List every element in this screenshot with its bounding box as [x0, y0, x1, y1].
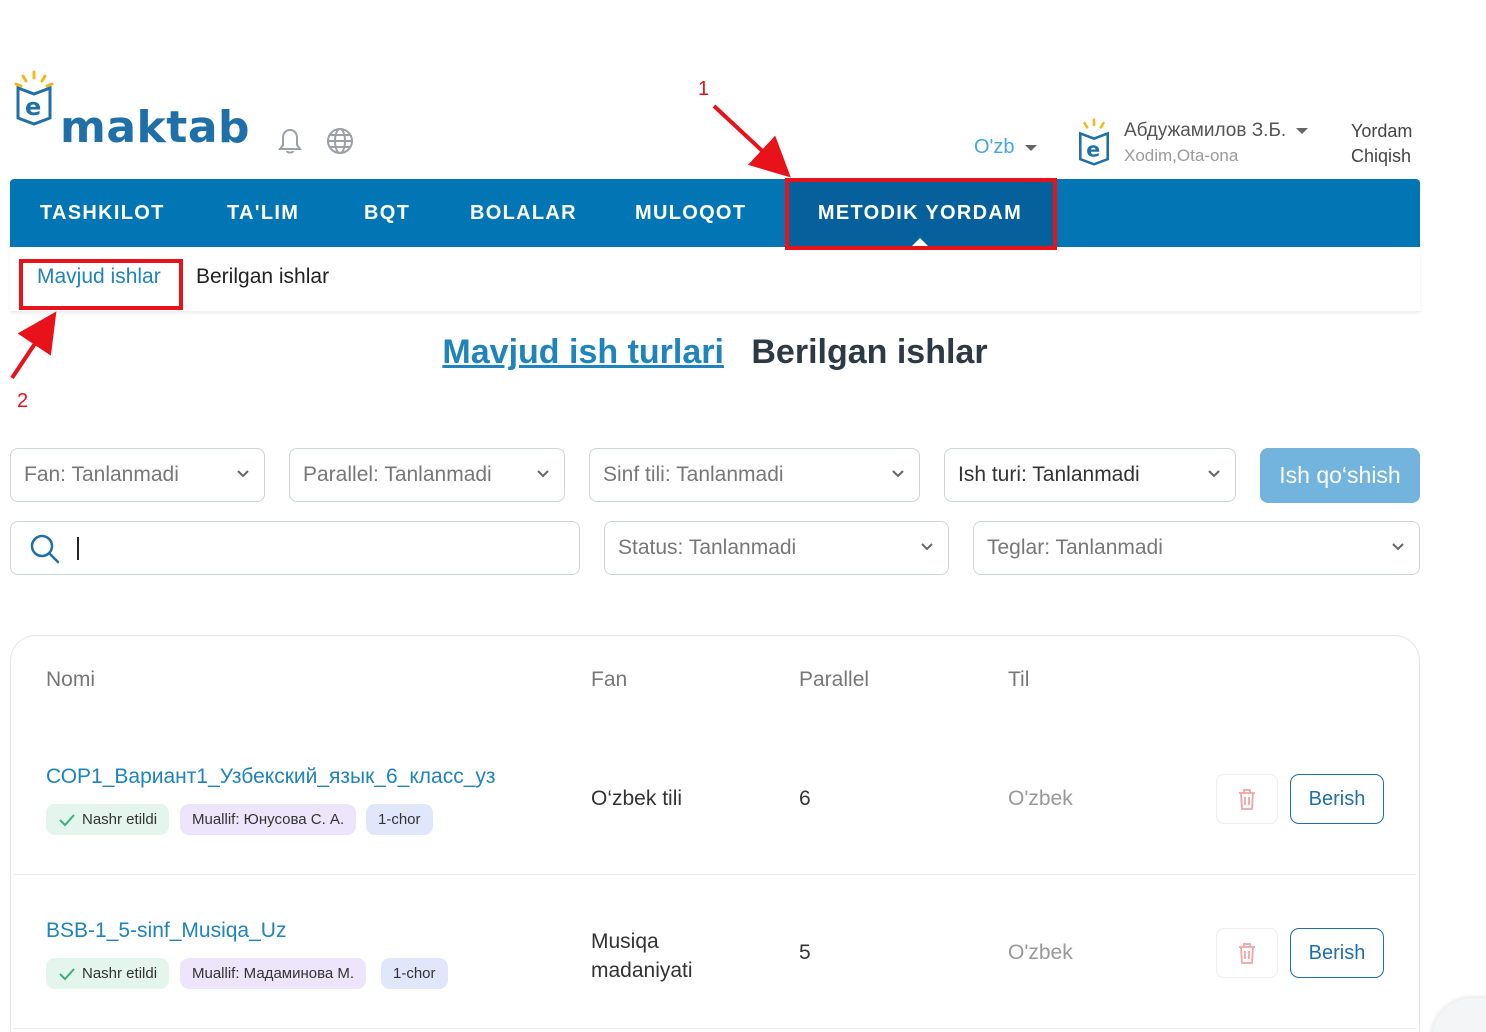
- column-header-fan: Fan: [591, 668, 628, 691]
- chat-widget-button[interactable]: [1432, 998, 1486, 1032]
- add-work-button[interactable]: Ish qo‘shish: [1260, 448, 1420, 503]
- row-til: O'zbek: [1008, 787, 1073, 810]
- language-label: O'zb: [974, 136, 1015, 158]
- sub-nav: Mavjud ishlar Berilgan ishlar: [10, 247, 1420, 311]
- annotation-number-2: 2: [17, 390, 29, 412]
- bell-icon[interactable]: [275, 126, 305, 156]
- row-title-link[interactable]: СОР1_Вариант1_Узбекский_язык_6_класс_уз: [46, 765, 496, 789]
- chevron-down-icon: [1296, 128, 1309, 134]
- quarter-badge: 1-chor: [381, 958, 448, 989]
- search-icon: [30, 534, 60, 564]
- status-badge: Nashr etildi: [46, 958, 170, 989]
- check-icon: [59, 813, 75, 826]
- parallel-select[interactable]: Parallel: Tanlanmadi: [289, 448, 565, 502]
- row-fan: O‘zbek tili: [591, 787, 683, 810]
- user-menu[interactable]: e Абдужамилов З.Б. Xodim,Ota-ona: [1076, 118, 1309, 171]
- row-til: O'zbek: [1008, 941, 1073, 964]
- trash-icon: [1239, 789, 1255, 810]
- nav-item-tashkilot[interactable]: TASHKILOT: [40, 179, 165, 247]
- column-header-parallel: Parallel: [799, 668, 870, 691]
- chevron-down-icon: [1024, 144, 1037, 151]
- title-berilgan-ishlar: Berilgan ishlar: [751, 333, 988, 371]
- annotation-box-1: [785, 178, 1057, 250]
- svg-text:e: e: [25, 93, 41, 121]
- status-select[interactable]: Status: Tanlanmadi: [604, 521, 949, 575]
- chevron-down-icon: [1392, 543, 1404, 551]
- column-header-til: Til: [1008, 668, 1030, 691]
- check-icon: [59, 967, 75, 980]
- parallel-select-value: Parallel: Tanlanmadi: [303, 463, 492, 486]
- search-input[interactable]: [10, 521, 580, 575]
- brand-name: maktab: [60, 102, 251, 153]
- delete-button[interactable]: [1216, 774, 1278, 824]
- row-parallel: 6: [799, 787, 811, 810]
- nav-item-muloqot[interactable]: MULOQOT: [635, 179, 746, 247]
- svg-text:e: e: [1086, 138, 1100, 162]
- chevron-down-icon: [237, 470, 249, 478]
- status-badge-label: Nashr etildi: [82, 811, 158, 828]
- annotation-number-1: 1: [698, 78, 710, 100]
- help-link[interactable]: Yordam: [1351, 119, 1412, 144]
- logout-link[interactable]: Chiqish: [1351, 144, 1412, 169]
- row-fan-line2: madaniyati: [591, 959, 693, 982]
- text-cursor: [77, 537, 79, 560]
- author-badge: Muallif: Мадаминова М.: [180, 958, 367, 989]
- berish-button[interactable]: Berish: [1290, 774, 1384, 824]
- emaktab-logo-icon: e: [14, 70, 54, 126]
- user-role: Xodim,Ota-ona: [1124, 146, 1239, 165]
- ish-turi-select-value: Ish turi: Tanlanmadi: [958, 463, 1140, 486]
- fan-select[interactable]: Fan: Tanlanmadi: [10, 448, 265, 502]
- teglar-select[interactable]: Teglar: Tanlanmadi: [973, 521, 1420, 575]
- quarter-badge: 1-chor: [366, 804, 433, 835]
- teglar-select-value: Teglar: Tanlanmadi: [987, 536, 1163, 559]
- author-badge: Muallif: Юнусова С. А.: [180, 804, 357, 835]
- row-divider: [14, 874, 1416, 875]
- subnav-berilgan-ishlar[interactable]: Berilgan ishlar: [196, 265, 329, 289]
- row-parallel: 5: [799, 941, 811, 964]
- row-fan-line1: Musiqa: [591, 930, 659, 953]
- nav-item-bqt[interactable]: BQT: [364, 179, 410, 247]
- berish-button[interactable]: Berish: [1290, 928, 1384, 978]
- ish-turi-select[interactable]: Ish turi: Tanlanmadi: [944, 448, 1236, 502]
- chevron-down-icon: [921, 543, 933, 551]
- user-name: Абдужамилов З.Б.: [1124, 120, 1287, 141]
- annotation-box-2: [19, 259, 183, 310]
- page-title: Mavjud ish turlari Berilgan ishlar: [0, 333, 1430, 372]
- fan-select-value: Fan: Tanlanmadi: [24, 463, 179, 486]
- avatar: e: [1079, 118, 1109, 166]
- chevron-down-icon: [537, 470, 549, 478]
- title-link-mavjud-ish-turlari[interactable]: Mavjud ish turlari: [442, 333, 724, 371]
- globe-icon[interactable]: [325, 126, 355, 156]
- nav-item-bolalar[interactable]: BOLALAR: [470, 179, 577, 247]
- chevron-down-icon: [892, 470, 904, 478]
- trash-icon: [1239, 943, 1255, 964]
- status-badge-label: Nashr etildi: [82, 965, 158, 982]
- sinf-tili-select[interactable]: Sinf tili: Tanlanmadi: [589, 448, 920, 502]
- language-selector[interactable]: O'zb: [974, 136, 1037, 159]
- chevron-down-icon: [1208, 470, 1220, 478]
- status-badge: Nashr etildi: [46, 804, 170, 835]
- nav-item-talim[interactable]: TA'LIM: [227, 179, 299, 247]
- row-title-link[interactable]: BSB-1_5-sinf_Musiqa_Uz: [46, 919, 286, 943]
- user-name-row: Абдужамилов З.Б.: [1124, 120, 1309, 142]
- main-nav: TASHKILOT TA'LIM BQT BOLALAR MULOQOT MET…: [10, 179, 1420, 247]
- row-divider: [14, 1028, 1416, 1029]
- sinf-tili-select-value: Sinf tili: Tanlanmadi: [603, 463, 784, 486]
- annotation-arrow-1: [712, 104, 791, 178]
- row-fan: Musiqa madaniyati: [591, 927, 693, 985]
- status-select-value: Status: Tanlanmadi: [618, 536, 797, 559]
- delete-button[interactable]: [1216, 928, 1278, 978]
- column-header-nomi: Nomi: [46, 668, 96, 691]
